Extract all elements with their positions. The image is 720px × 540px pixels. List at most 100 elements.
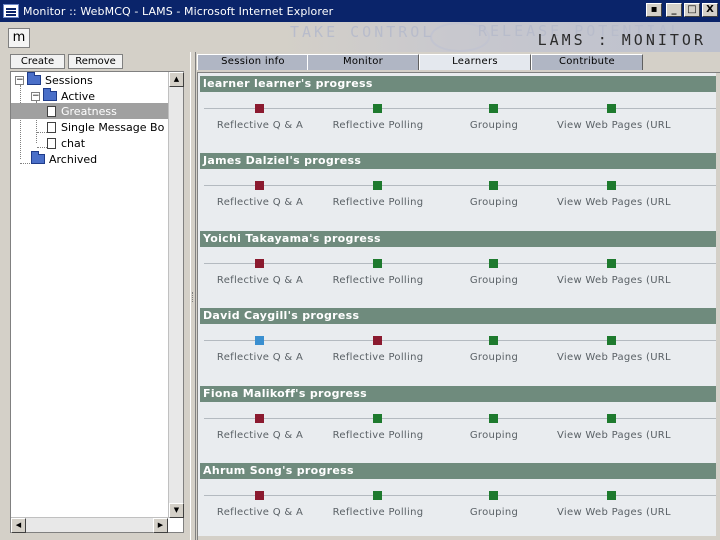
activity-label: View Web Pages (URL xyxy=(557,507,671,518)
activity-node[interactable]: Grouping xyxy=(439,259,549,289)
activity-node[interactable]: Reflective Polling xyxy=(323,336,433,366)
panel-splitter[interactable] xyxy=(190,52,196,540)
activity-label: Reflective Q & A xyxy=(216,430,304,441)
activity-status-completed-icon[interactable] xyxy=(607,336,616,345)
activity-status-completed-icon[interactable] xyxy=(373,104,382,113)
scroll-right-icon[interactable]: ▶ xyxy=(153,518,168,533)
activity-node[interactable]: Reflective Polling xyxy=(323,259,433,289)
scroll-down-icon[interactable]: ▼ xyxy=(169,503,184,518)
activity-status-not-started-icon[interactable] xyxy=(255,259,264,268)
activity-label: Grouping xyxy=(469,197,519,208)
activity-status-completed-icon[interactable] xyxy=(373,491,382,500)
menu-button[interactable]: m xyxy=(8,28,30,48)
activity-node[interactable]: View Web Pages (URL xyxy=(557,259,671,289)
tree-node-greatness[interactable]: Greatness xyxy=(11,103,168,119)
activity-node[interactable]: Grouping xyxy=(439,181,549,211)
activity-node[interactable]: Reflective Polling xyxy=(323,414,433,444)
brand-title: LAMS : MONITOR xyxy=(537,31,706,49)
activity-node[interactable]: Grouping xyxy=(439,491,549,521)
scroll-up-icon[interactable]: ▲ xyxy=(169,72,184,87)
activity-label: Reflective Polling xyxy=(332,120,424,131)
content-vertical-scrollbar[interactable] xyxy=(716,73,720,540)
tree-node-sessions[interactable]: − Sessions xyxy=(15,72,93,88)
content-horizontal-scrollbar[interactable] xyxy=(198,536,720,540)
close-button[interactable]: X xyxy=(702,3,718,17)
minimize-button[interactable]: _ xyxy=(666,3,682,17)
maximize-button[interactable]: □ xyxy=(684,3,700,17)
activity-node[interactable]: Reflective Q & A xyxy=(205,336,315,366)
learner-name-header: James Dalziel's progress xyxy=(200,153,716,169)
activity-status-current-icon[interactable] xyxy=(255,336,264,345)
tree-node-active[interactable]: − Active xyxy=(31,88,95,104)
activity-node[interactable]: Reflective Polling xyxy=(323,491,433,521)
tab-session-info[interactable]: Session info xyxy=(197,54,309,70)
activity-status-not-started-icon[interactable] xyxy=(255,104,264,113)
activity-label: Reflective Q & A xyxy=(216,275,304,286)
window-menu-icon[interactable]: ▪ xyxy=(646,3,662,17)
activity-label: Reflective Polling xyxy=(332,507,424,518)
activity-label: Reflective Q & A xyxy=(216,507,304,518)
create-button[interactable]: Create xyxy=(10,54,65,69)
activity-node[interactable]: Reflective Q & A xyxy=(205,181,315,211)
document-icon xyxy=(47,137,56,149)
activity-node[interactable]: Reflective Q & A xyxy=(205,414,315,444)
activity-node[interactable]: View Web Pages (URL xyxy=(557,414,671,444)
activity-node[interactable]: Reflective Q & A xyxy=(205,491,315,521)
activity-status-not-started-icon[interactable] xyxy=(255,414,264,423)
activity-node[interactable]: Reflective Q & A xyxy=(205,104,315,134)
activity-status-completed-icon[interactable] xyxy=(489,104,498,113)
learner-name-header: David Caygill's progress xyxy=(200,308,716,324)
tab-monitor[interactable]: Monitor xyxy=(307,54,419,70)
tree-vertical-scrollbar[interactable]: ▲ ▼ xyxy=(168,72,184,518)
activity-node[interactable]: View Web Pages (URL xyxy=(557,491,671,521)
activity-status-completed-icon[interactable] xyxy=(489,259,498,268)
activity-node[interactable]: Reflective Polling xyxy=(323,181,433,211)
tree-label: Sessions xyxy=(45,73,93,87)
activity-node[interactable]: Reflective Q & A xyxy=(205,259,315,289)
tree-node-single-message[interactable]: Single Message Bo xyxy=(47,119,164,135)
activity-node[interactable]: View Web Pages (URL xyxy=(557,104,671,134)
activity-node[interactable]: Grouping xyxy=(439,336,549,366)
scroll-left-icon[interactable]: ◀ xyxy=(11,518,26,533)
activity-status-completed-icon[interactable] xyxy=(489,414,498,423)
tab-contribute[interactable]: Contribute xyxy=(531,54,643,70)
activity-node[interactable]: View Web Pages (URL xyxy=(557,181,671,211)
collapse-icon[interactable]: − xyxy=(31,91,40,101)
tree-node-chat[interactable]: chat xyxy=(47,135,85,151)
tree-label: Single Message Bo xyxy=(61,120,165,134)
activity-label: Grouping xyxy=(469,275,519,286)
session-tree: − Sessions − Active Greatness Single Mes… xyxy=(10,71,184,533)
activity-status-completed-icon[interactable] xyxy=(489,336,498,345)
activity-status-completed-icon[interactable] xyxy=(373,259,382,268)
learner-name-header: Yoichi Takayama's progress xyxy=(200,231,716,247)
learner-progress-row: Yoichi Takayama's progress Reflective Q &… xyxy=(200,231,716,308)
activity-status-completed-icon[interactable] xyxy=(489,181,498,190)
activity-status-not-started-icon[interactable] xyxy=(373,336,382,345)
tree-label: chat xyxy=(61,136,86,150)
learner-progress-row: Ahrum Song's progress Reflective Q & A Ref… xyxy=(200,463,716,540)
activity-node[interactable]: View Web Pages (URL xyxy=(557,336,671,366)
collapse-icon[interactable]: − xyxy=(15,75,24,85)
activity-node[interactable]: Grouping xyxy=(439,104,549,134)
activity-label: Reflective Polling xyxy=(332,275,424,286)
activity-status-completed-icon[interactable] xyxy=(607,259,616,268)
activity-status-completed-icon[interactable] xyxy=(373,181,382,190)
tab-learners[interactable]: Learners xyxy=(419,54,531,70)
activity-status-completed-icon[interactable] xyxy=(607,104,616,113)
remove-button[interactable]: Remove xyxy=(68,54,123,69)
activity-status-completed-icon[interactable] xyxy=(373,414,382,423)
activity-status-completed-icon[interactable] xyxy=(607,414,616,423)
activity-status-completed-icon[interactable] xyxy=(489,491,498,500)
activity-node[interactable]: Grouping xyxy=(439,414,549,444)
activity-status-completed-icon[interactable] xyxy=(607,181,616,190)
tree-node-archived[interactable]: Archived xyxy=(31,151,97,167)
activity-label: Grouping xyxy=(469,120,519,131)
ie-app-icon xyxy=(3,4,19,18)
activity-status-completed-icon[interactable] xyxy=(607,491,616,500)
tree-horizontal-scrollbar[interactable]: ◀ ▶ xyxy=(11,517,168,533)
activity-status-not-started-icon[interactable] xyxy=(255,181,264,190)
learner-progress-row: learner learner's progress Reflective Q &… xyxy=(200,76,716,153)
activity-status-not-started-icon[interactable] xyxy=(255,491,264,500)
tree-label: Active xyxy=(61,89,96,103)
activity-node[interactable]: Reflective Polling xyxy=(323,104,433,134)
